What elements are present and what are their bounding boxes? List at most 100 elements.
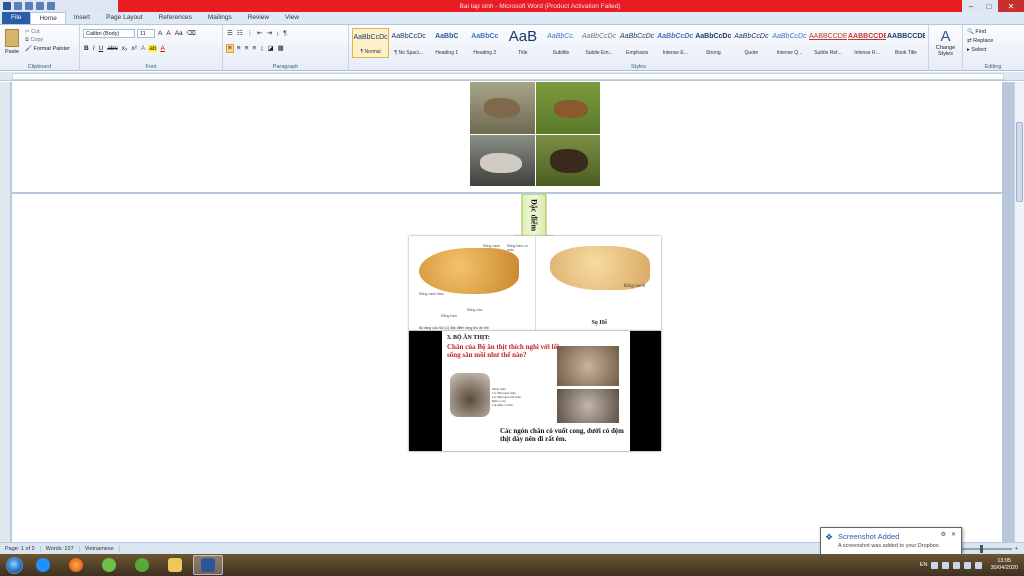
- page-count[interactable]: Page: 1 of 2: [0, 545, 41, 552]
- tab-insert[interactable]: Insert: [66, 12, 98, 24]
- grow-font-button[interactable]: A: [157, 30, 163, 37]
- borders-icon[interactable]: ▦: [277, 44, 285, 52]
- dropbox-notification[interactable]: ❖ Screenshot Added A screenshot was adde…: [820, 527, 962, 555]
- notification-settings-icon[interactable]: ⚙: [941, 531, 946, 538]
- style-book-title[interactable]: AABBCCDE Book Title: [887, 28, 925, 58]
- shading-icon[interactable]: ◪: [266, 44, 274, 52]
- style-strong[interactable]: AaBbCcDc Strong: [695, 28, 732, 58]
- font-family-select[interactable]: Calibri (Body): [83, 28, 135, 38]
- underline-button[interactable]: U: [98, 45, 105, 52]
- zoom-in-icon[interactable]: +: [1015, 546, 1018, 552]
- clock[interactable]: 13:05 30/04/2020: [990, 558, 1018, 572]
- highlight-icon[interactable]: ab: [148, 44, 158, 52]
- tab-page-layout[interactable]: Page Layout: [98, 12, 151, 24]
- customize-qat-icon[interactable]: [47, 2, 55, 10]
- start-button[interactable]: [0, 554, 28, 576]
- style-emphasis[interactable]: AaBbCcDc Emphasis: [619, 28, 656, 58]
- decrease-indent-icon[interactable]: ⇤: [256, 29, 263, 37]
- tab-references[interactable]: References: [151, 12, 200, 24]
- format-painter-button[interactable]: 🖌 Format Painter: [25, 46, 70, 52]
- style-heading-1[interactable]: AaBbC Heading 1: [428, 28, 465, 58]
- copy-button[interactable]: ⧉ Copy: [25, 37, 70, 44]
- font-size-select[interactable]: 11: [137, 28, 155, 38]
- style-quote[interactable]: AaBbCcDc Quote: [733, 28, 770, 58]
- style-subtitle[interactable]: AaBbCc. Subtitle: [542, 28, 579, 58]
- network-icon[interactable]: [953, 561, 961, 569]
- language-indicator[interactable]: Vietnamese: [80, 545, 120, 552]
- line-spacing-icon[interactable]: ↨: [259, 45, 264, 52]
- horizontal-ruler[interactable]: [0, 72, 1024, 81]
- align-left-icon[interactable]: ≡: [226, 43, 234, 53]
- change-styles-button[interactable]: A Change Styles: [929, 25, 963, 71]
- language-indicator-tray[interactable]: EN: [920, 562, 928, 568]
- style-intense-emphasis[interactable]: AaBbCcDc Intense E...: [657, 28, 694, 58]
- font-color-icon[interactable]: A: [159, 45, 165, 52]
- style-intense-reference[interactable]: AABBCCDE Intense R...: [848, 28, 886, 58]
- taskbar-explorer[interactable]: [160, 555, 190, 575]
- volume-icon[interactable]: [964, 561, 972, 569]
- word-app-icon[interactable]: [3, 2, 11, 10]
- align-center-icon[interactable]: ≡: [236, 45, 242, 52]
- tab-mailings[interactable]: Mailings: [200, 12, 240, 24]
- flag-icon[interactable]: [975, 561, 983, 569]
- skull-image[interactable]: Răng nanh Răng hàm có mấu Răng cạnh hàm …: [409, 236, 661, 332]
- carnivore-photos[interactable]: [470, 82, 600, 186]
- page-2[interactable]: Đặc điểm Răng nanh Răng hàm có mấu Răng …: [12, 194, 1002, 542]
- superscript-button[interactable]: x²: [130, 45, 137, 52]
- style-no-spacing[interactable]: AaBbCcDc ¶ No Spaci...: [390, 28, 427, 58]
- taskbar-firefox[interactable]: [61, 555, 91, 575]
- select-button[interactable]: ▸ Select: [967, 47, 1020, 53]
- clear-formatting-icon[interactable]: ⌫: [186, 29, 197, 37]
- maximize-button[interactable]: □: [980, 0, 998, 12]
- replace-button[interactable]: ⇄ Replace: [967, 38, 1020, 44]
- close-button[interactable]: ✕: [998, 0, 1024, 12]
- window-controls: – □ ✕: [962, 0, 1024, 12]
- scroll-thumb[interactable]: [1016, 122, 1023, 202]
- vertical-ruler[interactable]: [0, 82, 11, 542]
- tab-home[interactable]: Home: [30, 12, 66, 24]
- page-1[interactable]: [12, 82, 1002, 192]
- slide-image[interactable]: 3. BỘ ĂN THỊT: Chân của Bộ ăn thịt thích…: [409, 331, 661, 451]
- style-subtle-emphasis[interactable]: AaBbCcDc Subtle Em...: [581, 28, 618, 58]
- save-icon[interactable]: [14, 2, 22, 10]
- taskbar-ie[interactable]: [28, 555, 58, 575]
- style-subtle-reference[interactable]: AABBCCDE Subtle Ref...: [809, 28, 847, 58]
- numbering-icon[interactable]: ☷: [236, 29, 244, 37]
- document-area[interactable]: Đặc điểm Răng nanh Răng hàm có mấu Răng …: [0, 82, 1014, 542]
- multilevel-list-icon[interactable]: ⋮: [246, 29, 255, 37]
- increase-indent-icon[interactable]: ⇥: [266, 29, 273, 37]
- cut-button[interactable]: ✂ Cut: [25, 29, 70, 35]
- sort-icon[interactable]: ↕: [275, 30, 280, 37]
- minimize-button[interactable]: –: [962, 0, 980, 12]
- bullets-icon[interactable]: ☰: [226, 29, 234, 37]
- undo-icon[interactable]: [25, 2, 33, 10]
- tab-file[interactable]: File: [2, 12, 31, 24]
- change-case-button[interactable]: Aa: [174, 30, 184, 37]
- bold-button[interactable]: B: [83, 45, 90, 52]
- shrink-font-button[interactable]: A: [165, 30, 171, 37]
- redo-icon[interactable]: [36, 2, 44, 10]
- italic-button[interactable]: I: [92, 45, 96, 52]
- tab-review[interactable]: Review: [240, 12, 277, 24]
- strikethrough-button[interactable]: abc: [106, 45, 118, 52]
- style-normal[interactable]: AaBbCcDc ¶ Normal: [352, 28, 390, 58]
- notification-close-icon[interactable]: ✕: [951, 531, 956, 538]
- find-button[interactable]: 🔍 Find: [967, 29, 1020, 35]
- subscript-button[interactable]: x₂: [121, 45, 129, 52]
- style-title[interactable]: AaB Title: [504, 28, 541, 58]
- style-name: Quote: [744, 50, 759, 56]
- style-heading-2[interactable]: AaBbCc Heading 2: [466, 28, 503, 58]
- style-intense-quote[interactable]: AaBbCcDc Intense Q...: [771, 28, 808, 58]
- help-icon[interactable]: [931, 561, 939, 569]
- vertical-scrollbar[interactable]: [1014, 82, 1024, 542]
- taskbar-app-green[interactable]: [94, 555, 124, 575]
- show-formatting-button[interactable]: ¶: [282, 30, 288, 37]
- text-effects-icon[interactable]: A: [140, 45, 146, 52]
- word-count[interactable]: Words: 227: [41, 545, 80, 552]
- justify-icon[interactable]: ≡: [251, 45, 257, 52]
- tray-expand-icon[interactable]: [942, 561, 950, 569]
- tab-view[interactable]: View: [277, 12, 307, 24]
- taskbar-word[interactable]: [193, 555, 223, 575]
- align-right-icon[interactable]: ≡: [244, 45, 250, 52]
- taskbar-app-green-2[interactable]: [127, 555, 157, 575]
